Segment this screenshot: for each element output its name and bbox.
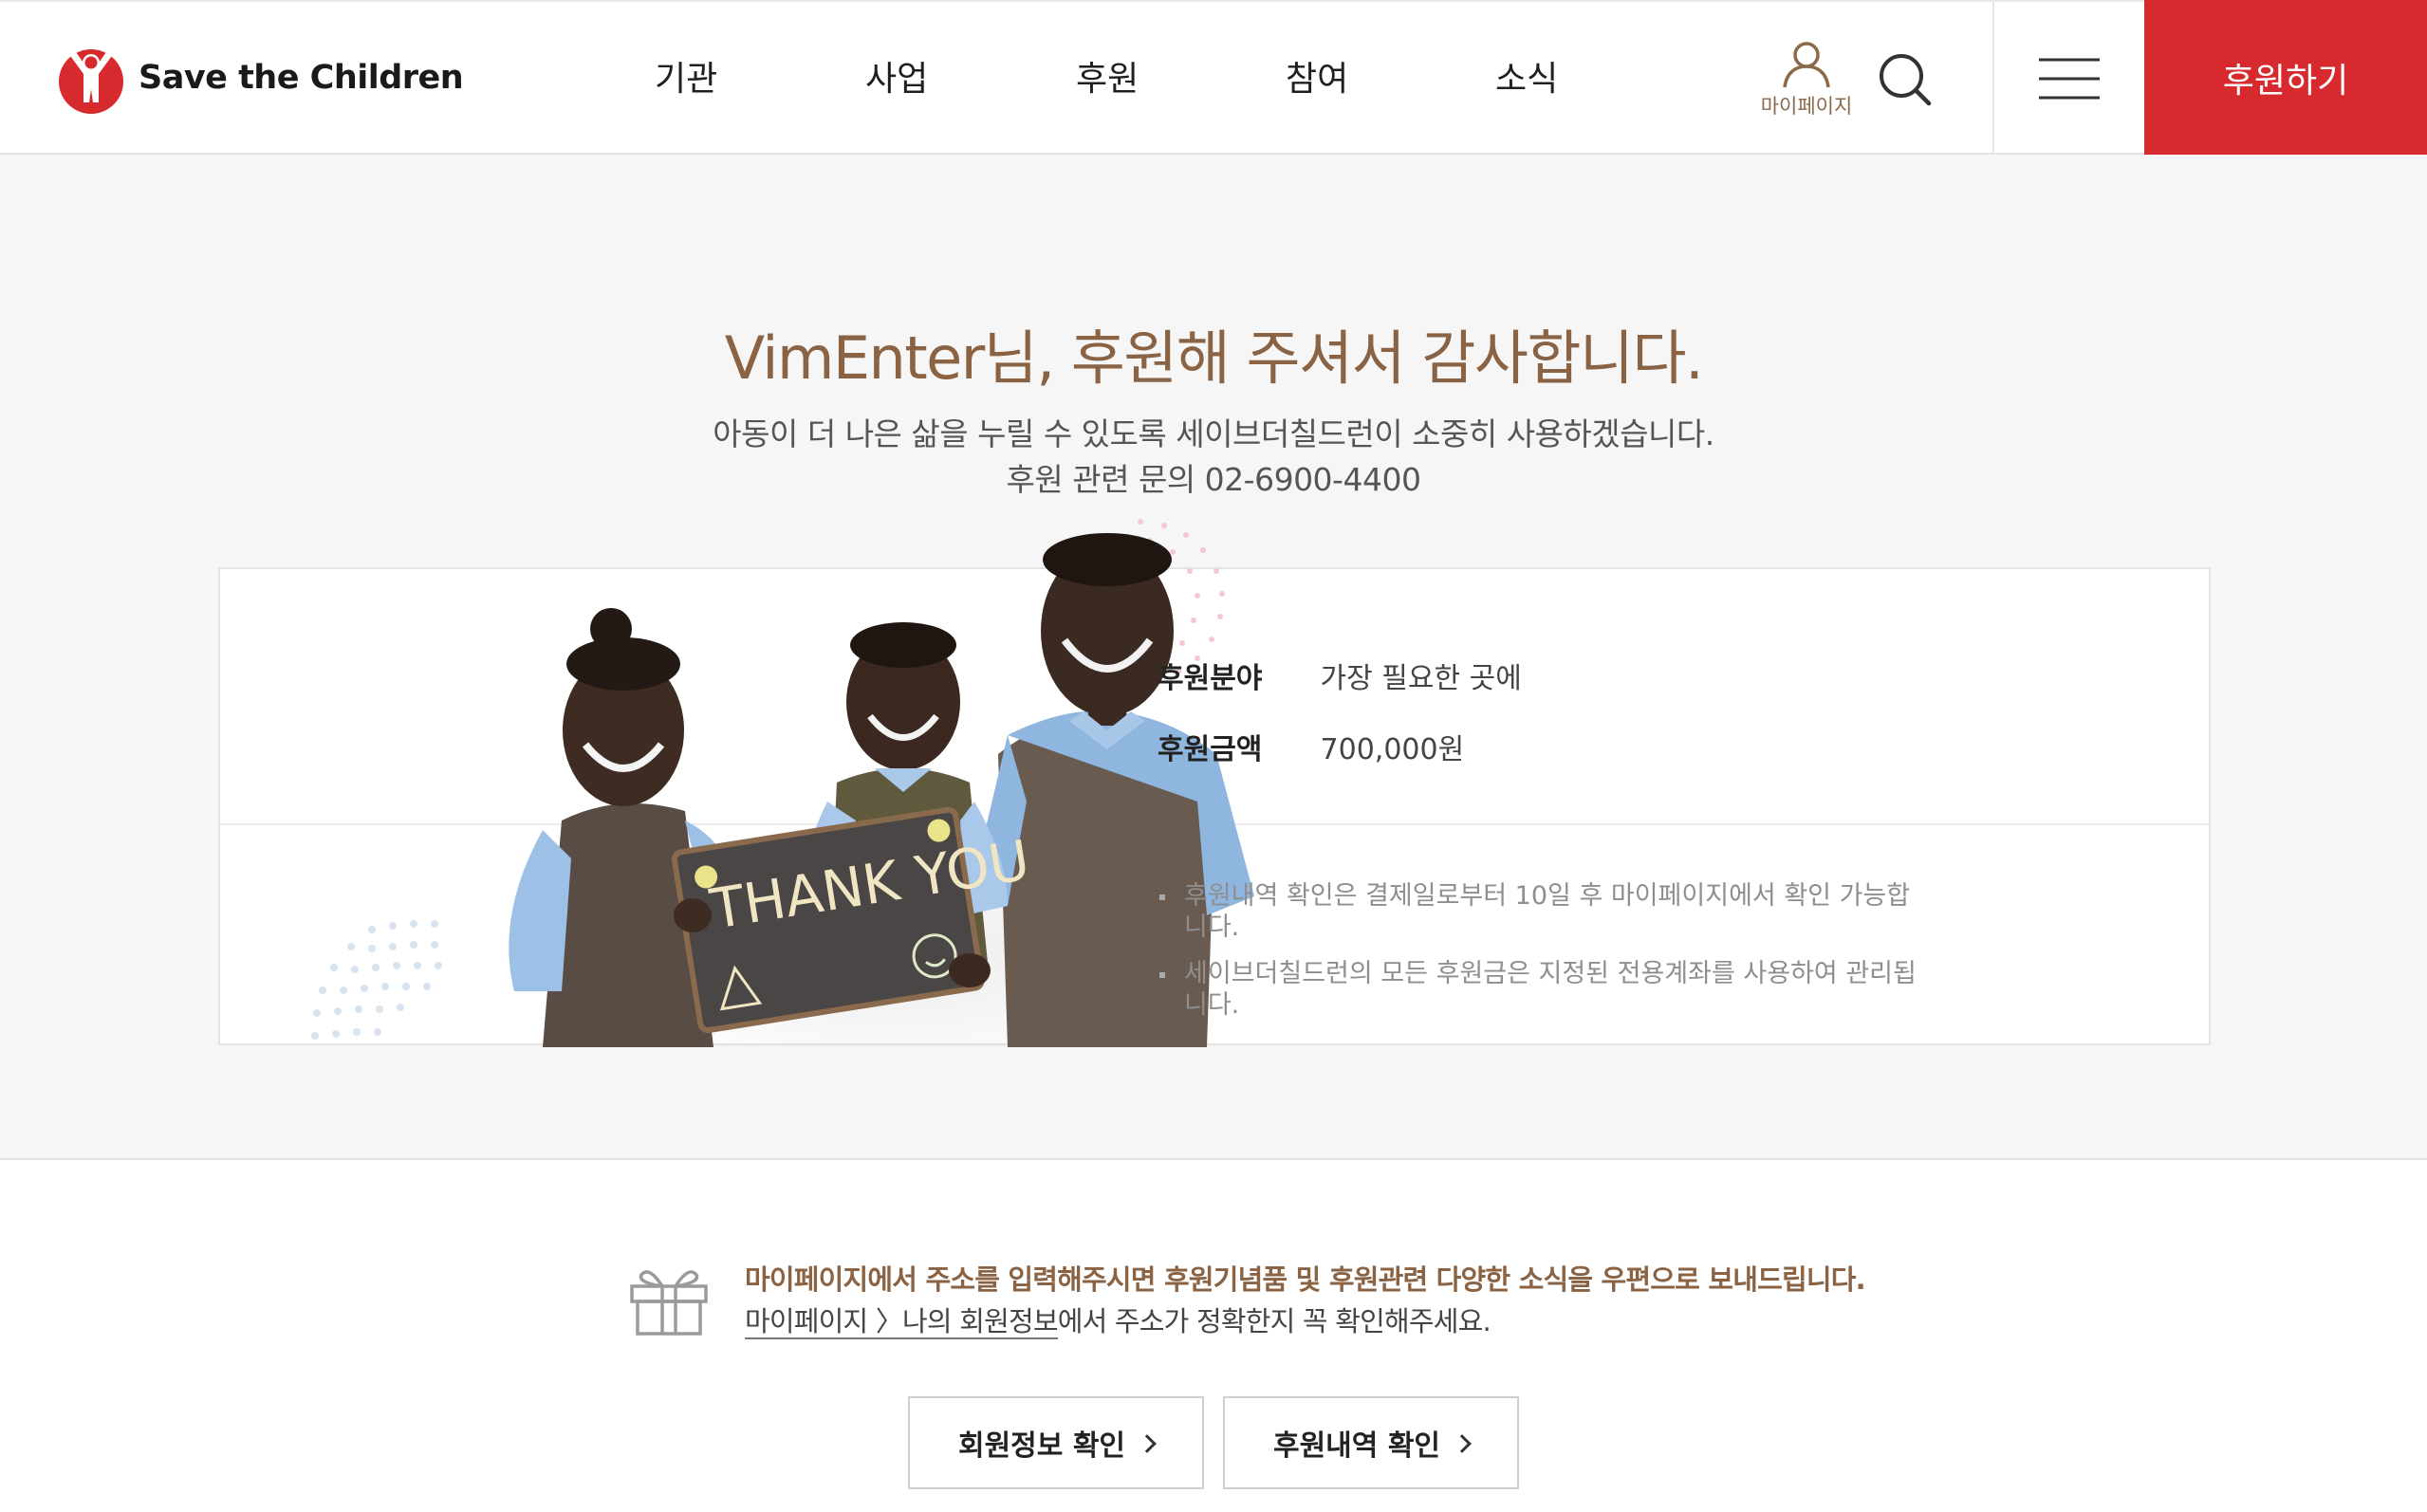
address-notice-headline: 마이페이지에서 주소를 입력해주시면 후원기념품 및 후원관련 다양한 소식을 … bbox=[745, 1263, 1866, 1296]
page-title: VimEnter님, 후원해 주셔서 감사합니다. bbox=[724, 323, 1704, 393]
hamburger-icon bbox=[2039, 58, 2100, 99]
save-the-children-logo[interactable]: Save the Children bbox=[55, 40, 464, 116]
user-icon bbox=[1783, 42, 1830, 88]
address-notice-rest: 에서 주소가 정확한지 꼭 확인해주세요. bbox=[1057, 1305, 1491, 1337]
nav-item-organization[interactable]: 기관 bbox=[655, 51, 717, 101]
donation-history-button-label: 후원내역 확인 bbox=[1272, 1429, 1441, 1463]
chevron-right-icon bbox=[1453, 1434, 1472, 1453]
address-notice-detail: 마이페이지 〉나의 회원정보에서 주소가 정확한지 꼭 확인해주세요. bbox=[745, 1300, 1491, 1339]
search-icon bbox=[1880, 54, 1932, 106]
note-item: 후원내역 확인은 결제일로부터 10일 후 마이페이지에서 확인 가능합니다. bbox=[1158, 880, 1917, 943]
note-item: 세이브더칠드런의 모든 후원금은 지정된 전용계좌를 사용하여 관리됩니다. bbox=[1158, 958, 1917, 1021]
donation-history-button[interactable]: 후원내역 확인 bbox=[1223, 1396, 1519, 1489]
donation-field-label: 후원분야 bbox=[1158, 662, 1263, 695]
contact-info: 후원 관련 문의 02-6900-4400 bbox=[1006, 461, 1421, 498]
search-button[interactable] bbox=[1877, 51, 1934, 108]
chevron-right-icon bbox=[1138, 1434, 1157, 1453]
logo-text: Save the Children bbox=[139, 59, 464, 97]
donation-amount-value: 700,000원 bbox=[1320, 733, 1465, 766]
member-info-button-label: 회원정보 확인 bbox=[957, 1429, 1126, 1463]
nav-item-programs[interactable]: 사업 bbox=[865, 51, 928, 101]
mypage-label: 마이페이지 bbox=[1760, 95, 1853, 118]
logo-figure-icon bbox=[59, 49, 123, 114]
nav-item-news[interactable]: 소식 bbox=[1495, 51, 1558, 101]
nav-item-participate[interactable]: 참여 bbox=[1286, 51, 1348, 101]
donation-field-value: 가장 필요한 곳에 bbox=[1320, 662, 1522, 695]
thank-you-message: 아동이 더 나은 삶을 누릴 수 있도록 세이브더칠드런이 소중히 사용하겠습니… bbox=[713, 415, 1714, 452]
donation-field-row: 후원분야 가장 필요한 곳에 bbox=[1158, 655, 1522, 696]
donation-amount-row: 후원금액 700,000원 bbox=[1158, 726, 1464, 767]
gift-icon bbox=[630, 1270, 708, 1336]
nav-item-donate[interactable]: 후원 bbox=[1076, 51, 1139, 101]
donation-notes: 후원내역 확인은 결제일로부터 10일 후 마이페이지에서 확인 가능합니다. … bbox=[1158, 880, 1917, 1036]
donation-amount-label: 후원금액 bbox=[1158, 733, 1263, 766]
member-info-button[interactable]: 회원정보 확인 bbox=[908, 1396, 1204, 1489]
mypage-button[interactable]: 마이페이지 bbox=[1751, 38, 1862, 120]
menu-button[interactable] bbox=[1992, 2, 2144, 155]
donate-button[interactable]: 후원하기 bbox=[2144, 0, 2427, 155]
my-member-info-link[interactable]: 마이페이지 〉나의 회원정보 bbox=[745, 1305, 1059, 1339]
donation-summary-card: THANK YOU 후원분야 가장 필요한 곳에 후원금액 700,000원 후… bbox=[218, 519, 2211, 1047]
site-header: Save the Children 기관 사업 후원 참여 소식 마이페이지 후… bbox=[0, 0, 2427, 155]
thank-you-section: VimEnter님, 후원해 주셔서 감사합니다. 아동이 더 나은 삶을 누릴… bbox=[0, 155, 2427, 1160]
